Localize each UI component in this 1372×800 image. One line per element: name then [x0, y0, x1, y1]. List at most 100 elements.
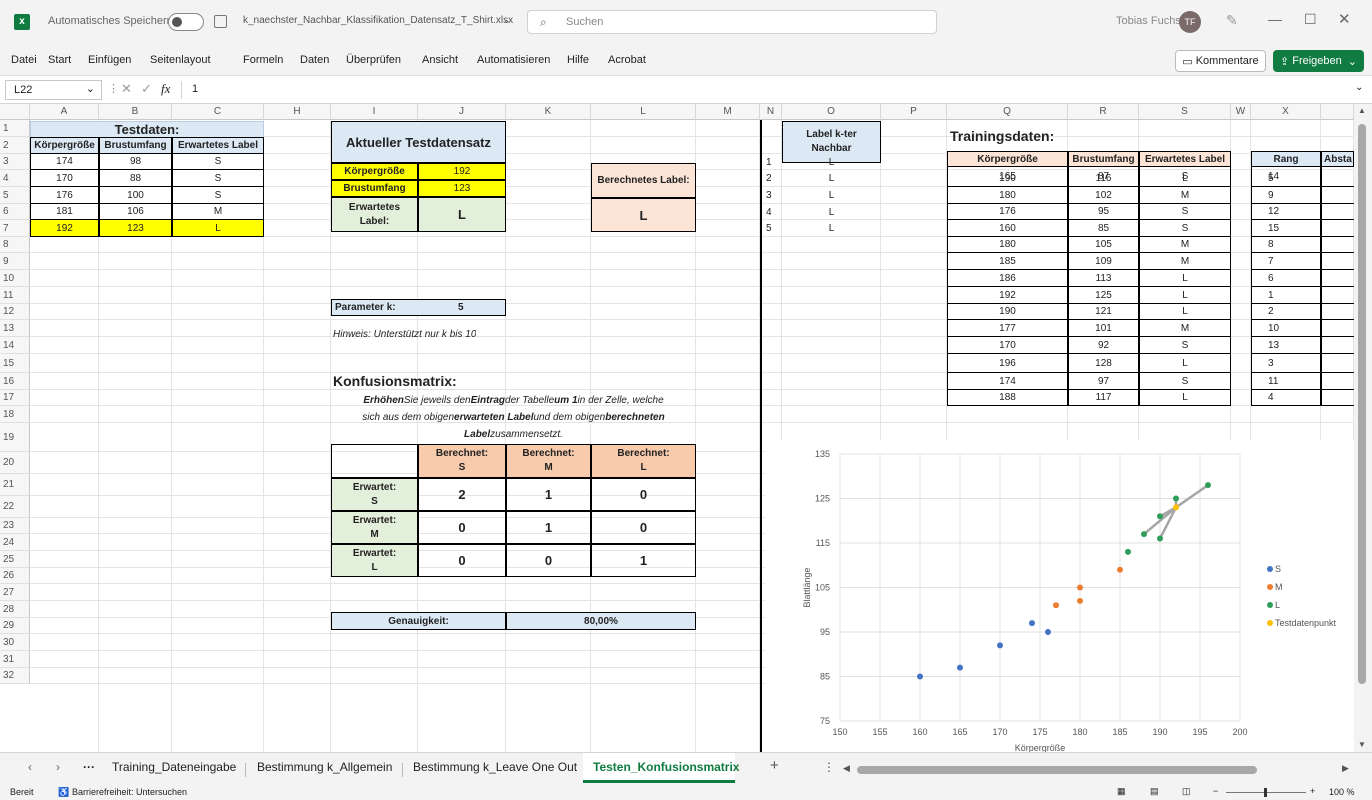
- row-header[interactable]: 26: [0, 568, 30, 584]
- training-cell[interactable]: L: [1139, 287, 1231, 304]
- aktuell-brust-label[interactable]: Brustumfang: [331, 180, 418, 197]
- row-header[interactable]: 2: [0, 137, 30, 154]
- row-header[interactable]: 13: [0, 320, 30, 337]
- matrix-corner[interactable]: [331, 444, 418, 478]
- aktuell-title[interactable]: Aktueller Testdatensatz: [331, 121, 506, 163]
- testdaten-cell[interactable]: 192: [30, 220, 99, 237]
- column-header[interactable]: S: [1139, 104, 1231, 120]
- training-cell[interactable]: 192: [947, 287, 1068, 304]
- row-header[interactable]: 24: [0, 534, 30, 551]
- testdaten-cell[interactable]: 170: [30, 170, 99, 187]
- zoom-handle[interactable]: [1264, 788, 1267, 797]
- rank-header[interactable]: Rang: [1251, 151, 1321, 167]
- training-cell[interactable]: 176: [947, 204, 1068, 220]
- scatter-chart[interactable]: 150 155 160 165 170 175 180 185 190 195 200 75 85 95 1…: [765, 440, 1355, 752]
- nachbar-index[interactable]: 2: [766, 170, 780, 187]
- zoom-out-icon[interactable]: −: [1213, 786, 1218, 796]
- training-cell[interactable]: M: [1139, 187, 1231, 204]
- training-cell[interactable]: 101: [1068, 320, 1139, 337]
- matrix-col-header[interactable]: Berechnet: S: [418, 444, 506, 478]
- aktuell-koerper-label[interactable]: Körpergröße: [331, 163, 418, 180]
- berechnet-value[interactable]: L: [591, 198, 696, 232]
- tab-training-dateneingabe[interactable]: Training_Dateneingabe: [112, 760, 236, 774]
- training-cell[interactable]: 196: [947, 354, 1068, 373]
- training-cell[interactable]: 190: [947, 304, 1068, 320]
- distance-cell[interactable]: [1321, 237, 1354, 253]
- testdaten-cell[interactable]: 100: [99, 187, 172, 204]
- user-name[interactable]: Tobias Fuchs: [1116, 15, 1181, 27]
- training-cell[interactable]: 85: [1068, 220, 1139, 237]
- training-cell[interactable]: S: [1139, 220, 1231, 237]
- training-cell[interactable]: 92: [1068, 337, 1139, 354]
- row-header[interactable]: 10: [0, 270, 30, 287]
- column-header[interactable]: I: [331, 104, 418, 120]
- menu-formeln[interactable]: Formeln: [243, 54, 283, 66]
- column-header[interactable]: Q: [947, 104, 1068, 120]
- training-cell[interactable]: 188: [947, 390, 1068, 406]
- training-cell[interactable]: 105: [1068, 237, 1139, 253]
- horizontal-scrollbar[interactable]: [857, 766, 1257, 774]
- column-header[interactable]: B: [99, 104, 172, 120]
- rank-cell[interactable]: 2: [1251, 304, 1321, 320]
- training-cell[interactable]: L: [1139, 304, 1231, 320]
- row-header[interactable]: 32: [0, 668, 30, 684]
- rank-cell[interactable]: 13: [1251, 337, 1321, 354]
- row-header[interactable]: 30: [0, 634, 30, 651]
- column-header[interactable]: H: [264, 104, 331, 120]
- distance-cell[interactable]: [1321, 390, 1354, 406]
- matrix-col-header[interactable]: Berechnet: M: [506, 444, 591, 478]
- avatar[interactable]: TF: [1179, 11, 1201, 33]
- column-header[interactable]: C: [172, 104, 264, 120]
- tab-active[interactable]: Testen_Konfusionsmatrix: [583, 753, 739, 783]
- training-header[interactable]: Körpergröße: [947, 151, 1068, 167]
- training-cell[interactable]: M: [1139, 237, 1231, 253]
- aktuell-brust-value[interactable]: 123: [418, 180, 506, 197]
- menu-datei[interactable]: Datei: [11, 54, 37, 66]
- autosave-toggle[interactable]: [168, 13, 204, 31]
- rank-cell[interactable]: 12: [1251, 204, 1321, 220]
- menu-ansicht[interactable]: Ansicht: [422, 54, 458, 66]
- testdaten-cell[interactable]: 176: [30, 187, 99, 204]
- normal-view-icon[interactable]: ▦: [1117, 786, 1126, 797]
- row-header[interactable]: 15: [0, 354, 30, 373]
- column-header[interactable]: O: [782, 104, 881, 120]
- training-cell[interactable]: 180: [947, 237, 1068, 253]
- column-header[interactable]: L: [591, 104, 696, 120]
- distance-header[interactable]: Absta: [1321, 151, 1354, 167]
- row-header[interactable]: 4: [0, 170, 30, 187]
- rank-cell[interactable]: 3: [1251, 354, 1321, 373]
- menu-start[interactable]: Start: [48, 54, 71, 66]
- testdaten-header[interactable]: Brustumfang: [99, 137, 172, 154]
- rank-cell[interactable]: 5: [1251, 170, 1321, 187]
- file-name[interactable]: k_naechster_Nachbar_Klassifikation_Daten…: [243, 15, 513, 26]
- more-sheets-icon[interactable]: ···: [83, 760, 95, 774]
- row-header[interactable]: 5: [0, 187, 30, 204]
- column-header[interactable]: W: [1231, 104, 1251, 120]
- training-cell[interactable]: L: [1139, 270, 1231, 287]
- training-cell[interactable]: 116: [1068, 170, 1139, 187]
- testdaten-cell[interactable]: L: [172, 220, 264, 237]
- page-layout-icon[interactable]: ▤: [1150, 786, 1159, 797]
- row-header[interactable]: 6: [0, 204, 30, 220]
- training-cell[interactable]: 121: [1068, 304, 1139, 320]
- nachbar-label[interactable]: L: [782, 220, 881, 237]
- column-header[interactable]: X: [1251, 104, 1321, 120]
- matrix-cell[interactable]: 0: [591, 511, 696, 544]
- row-header[interactable]: 8: [0, 237, 30, 253]
- distance-cell[interactable]: [1321, 287, 1354, 304]
- accessibility-icon[interactable]: ♿: [58, 787, 69, 798]
- function-icon[interactable]: fx: [161, 81, 170, 97]
- testdaten-cell[interactable]: S: [172, 170, 264, 187]
- matrix-cell[interactable]: 1: [506, 511, 591, 544]
- parameter-k[interactable]: Parameter k: 5: [331, 299, 506, 316]
- testdaten-cell[interactable]: 174: [30, 154, 99, 170]
- row-header[interactable]: 14: [0, 337, 30, 354]
- rank-cell[interactable]: 10: [1251, 320, 1321, 337]
- training-cell[interactable]: S: [1139, 204, 1231, 220]
- cancel-icon[interactable]: ✕: [121, 81, 132, 97]
- training-header[interactable]: Brustumfang: [1068, 151, 1139, 167]
- page-break-icon[interactable]: ◫: [1182, 786, 1191, 797]
- pen-icon[interactable]: ✎: [1226, 12, 1238, 29]
- row-header[interactable]: 3: [0, 154, 30, 170]
- distance-cell[interactable]: [1321, 337, 1354, 354]
